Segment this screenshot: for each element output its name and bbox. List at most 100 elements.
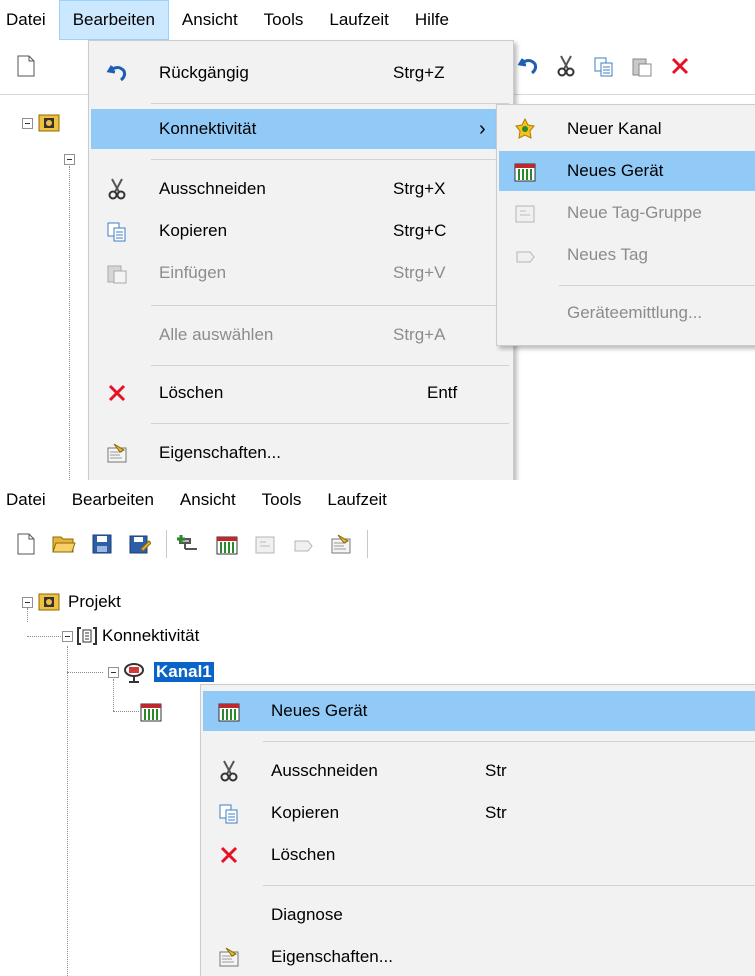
project-folder-icon [38,112,60,132]
menu-hilfe[interactable]: Hilfe [402,0,462,40]
toolbar [0,518,755,570]
menu-item-label: Diagnose [271,905,343,924]
menu-ansicht[interactable]: Ansicht [169,0,251,40]
menu-item-undo[interactable]: Rückgängig Strg+Z [91,53,511,93]
menu-bearbeiten[interactable]: Bearbeiten [59,480,167,520]
submenu-arrow-icon: › [479,117,486,140]
copy-icon [217,801,241,825]
menu-item-select-all[interactable]: Alle auswählen Strg+A [91,315,511,355]
tree-collapse-toggle[interactable] [62,631,73,642]
menu-tools[interactable]: Tools [249,480,315,520]
shortcut-label: Entf [427,383,458,402]
menu-item-properties[interactable]: Eigenschaften... [91,433,511,473]
submenu-item-new-tag-group[interactable]: Neue Tag-Gruppe [499,193,755,233]
scissors-icon [105,177,129,201]
shortcut-label: Strg+X [393,179,446,198]
menu-item-label: Kopieren [159,221,228,240]
tree-node-project[interactable]: Projekt [38,590,121,614]
new-device-icon[interactable] [215,532,239,556]
menu-item-label: Einfügen [159,263,227,282]
menu-separator [263,741,755,742]
context-menu: Neues Gerät Ausschneiden Str Kopieren St… [200,684,755,976]
toolbar-separator [166,530,167,558]
menu-item-cut[interactable]: Ausschneiden Strg+X [91,169,511,209]
device-icon [140,700,162,722]
submenu-item-new-device[interactable]: Neues Gerät [499,151,755,191]
tree-line [27,608,28,622]
edit-menu: Rückgängig Strg+Z Konnektivität › Aussch… [88,40,514,480]
context-item-cut[interactable]: Ausschneiden Str [203,751,755,791]
context-item-diagnostics[interactable]: Diagnose [203,895,755,935]
shortcut-label: Strg+A [393,325,446,344]
tree-collapse-toggle[interactable] [22,118,33,129]
undo-icon [105,61,129,85]
submenu-item-new-channel[interactable]: Neuer Kanal [499,109,755,149]
new-tag-group-icon [513,201,537,225]
tree-node-channel[interactable]: Kanal1 [122,660,214,684]
tree-line [27,636,63,637]
menu-item-connectivity[interactable]: Konnektivität › [91,109,511,149]
menu-datei[interactable]: Datei [6,0,59,40]
menu-item-label: Neue Tag-Gruppe [567,203,702,222]
context-item-new-device[interactable]: Neues Gerät [203,691,755,731]
paste-icon [105,261,129,285]
menu-separator [151,305,509,306]
context-item-properties[interactable]: Eigenschaften... [203,937,755,976]
menu-item-label: Löschen [159,383,224,402]
undo-icon[interactable] [516,54,540,78]
menu-ansicht[interactable]: Ansicht [167,480,249,520]
new-file-icon[interactable] [14,54,38,78]
tree-line [67,672,103,673]
submenu-item-new-tag[interactable]: Neues Tag [499,235,755,275]
menu-item-paste[interactable]: Einfügen Strg+V [91,253,511,293]
bottom-panel: Datei Bearbeiten Ansicht Tools Laufzeit [0,480,755,976]
context-item-delete[interactable]: Löschen [203,835,755,875]
menu-item-label: Ausschneiden [159,179,266,198]
copy-icon[interactable] [592,54,616,78]
scissors-icon[interactable] [554,54,578,78]
delete-icon[interactable] [668,54,692,78]
menu-laufzeit[interactable]: Laufzeit [314,480,400,520]
submenu-item-device-discovery[interactable]: Geräteemittlung... [499,293,755,333]
tree-node-connectivity[interactable]: Konnektivität [76,624,199,648]
shortcut-label: Strg+C [393,221,447,240]
shortcut-label: Strg+Z [393,63,445,82]
new-tag-group-icon[interactable] [253,532,277,556]
connectivity-icon [76,625,98,647]
new-file-icon[interactable] [14,532,38,556]
menu-item-label: Konnektivität [159,119,257,138]
properties-icon[interactable] [329,532,353,556]
paste-icon[interactable] [630,54,654,78]
properties-icon [105,441,129,465]
save-as-icon[interactable] [128,532,152,556]
tree-collapse-toggle[interactable] [108,667,119,678]
new-channel-icon [513,117,537,141]
delete-icon [217,843,241,867]
menu-item-delete[interactable]: Löschen Entf [91,373,511,413]
menu-datei[interactable]: Datei [6,480,59,520]
top-panel: Datei Bearbeiten Ansicht Tools Laufzeit … [0,0,755,480]
menubar: Datei Bearbeiten Ansicht Tools Laufzeit … [0,0,755,40]
tree-collapse-toggle[interactable] [64,154,75,165]
menu-item-label: Eigenschaften... [271,947,393,966]
properties-icon [217,945,241,969]
scissors-icon [217,759,241,783]
menu-separator [263,885,755,886]
menu-laufzeit[interactable]: Laufzeit [316,0,402,40]
open-folder-icon[interactable] [52,532,76,556]
menu-tools[interactable]: Tools [251,0,317,40]
menu-bearbeiten[interactable]: Bearbeiten [58,0,169,40]
tree-line [69,166,70,480]
connectivity-submenu: Neuer Kanal Neues Gerät Neue Tag-Gruppe … [496,104,755,346]
menu-item-label: Neues Gerät [567,161,664,180]
tree-node-label-selected: Kanal1 [154,662,214,682]
tree-collapse-toggle[interactable] [22,597,33,608]
menu-item-label: Neuer Kanal [567,119,662,138]
context-item-copy[interactable]: Kopieren Str [203,793,755,833]
channel-icon [122,661,146,683]
new-channel-icon[interactable] [177,532,201,556]
save-icon[interactable] [90,532,114,556]
menu-item-copy[interactable]: Kopieren Strg+C [91,211,511,251]
menu-item-label: Neues Gerät [271,701,368,720]
new-tag-icon[interactable] [291,532,315,556]
